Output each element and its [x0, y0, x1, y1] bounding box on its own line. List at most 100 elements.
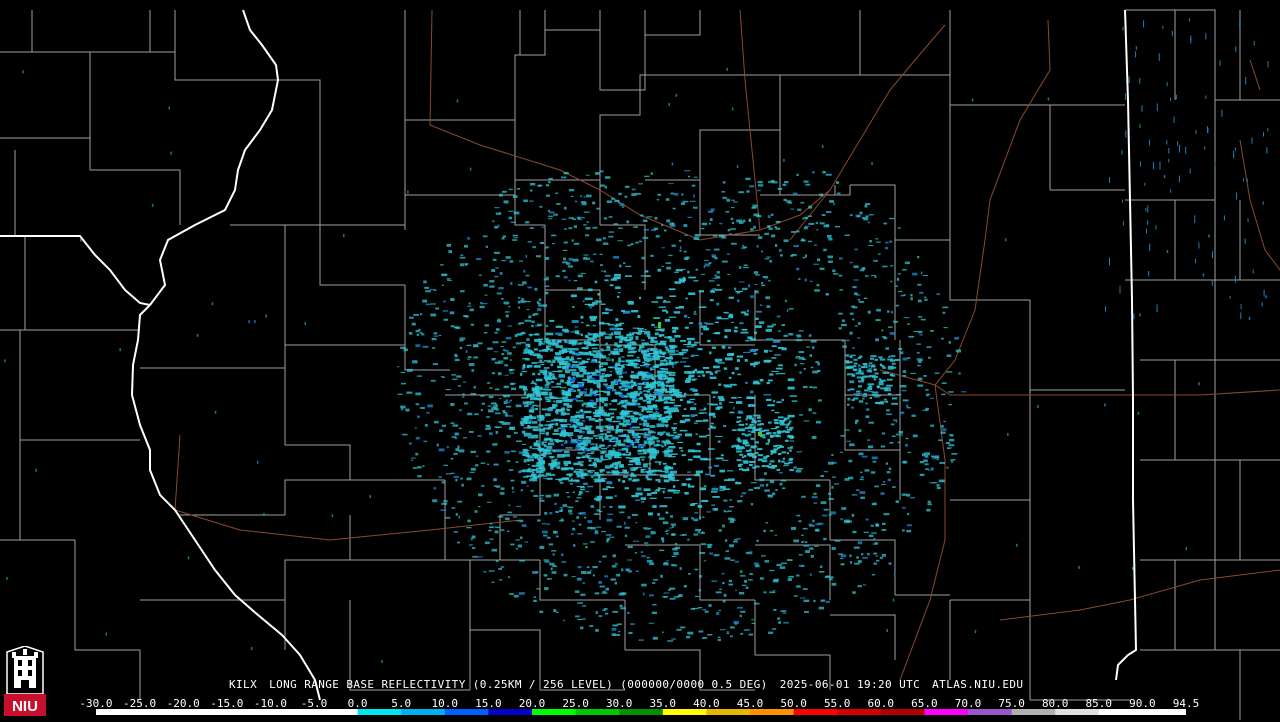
- echo-pixel: [726, 631, 730, 635]
- echo-pixel: [520, 489, 523, 492]
- echo-pixel: [673, 492, 680, 494]
- echo-pixel: [649, 457, 652, 460]
- echo-pixel: [664, 531, 668, 532]
- echo-pixel: [657, 431, 664, 435]
- echo-pixel: [652, 636, 658, 640]
- echo-pixel: [598, 615, 603, 617]
- echo-pixel: [445, 517, 451, 519]
- echo-pixel: [687, 317, 690, 319]
- echo-pixel: [554, 356, 562, 359]
- echo-pixel: [694, 341, 699, 344]
- echo-pixel: [515, 539, 520, 541]
- echo-pixel: [627, 559, 633, 561]
- echo-pixel: [447, 280, 453, 282]
- echo-pixel: [788, 575, 794, 578]
- echo-pixel: [430, 303, 436, 305]
- echo-pixel: [702, 516, 705, 518]
- echo-pixel: [830, 511, 836, 515]
- echo-pixel: [458, 449, 465, 453]
- echo-pixel: [623, 262, 626, 264]
- echo-pixel: [635, 461, 638, 465]
- echo-pixel: [575, 444, 578, 447]
- echo-pixel: [541, 391, 548, 393]
- echo-pixel: [698, 589, 701, 592]
- echo-pixel: [769, 530, 774, 532]
- echo-pixel: [503, 301, 510, 305]
- echo-pixel: [750, 338, 756, 341]
- echo-pixel: [814, 244, 817, 246]
- echo-pixel: [631, 188, 636, 191]
- echo-pixel: [767, 438, 771, 441]
- echo-pixel: [532, 404, 538, 407]
- echo-pixel: [397, 366, 400, 368]
- echo-pixel: [468, 302, 471, 305]
- echo-pixel: [1195, 130, 1197, 134]
- echo-pixel: [787, 578, 792, 581]
- echo-pixel: [681, 193, 684, 196]
- echo-pixel: [773, 340, 781, 343]
- echo-pixel: [594, 412, 599, 416]
- echo-pixel: [589, 315, 598, 319]
- echo-pixel: [592, 325, 596, 327]
- echo-pixel: [757, 458, 764, 461]
- echo-pixel: [718, 529, 722, 532]
- echo-pixel: [743, 264, 748, 267]
- echo-pixel: [535, 440, 539, 443]
- echo-pixel: [736, 165, 739, 169]
- echo-pixel: [688, 573, 691, 575]
- echo-pixel: [767, 325, 774, 328]
- echo-pixel: [697, 375, 701, 377]
- echo-pixel: [1234, 147, 1236, 152]
- echo-pixel: [870, 471, 876, 474]
- echo-pixel: [941, 393, 946, 396]
- echo-pixel: [849, 380, 855, 384]
- echo-pixel: [507, 511, 512, 514]
- echo-pixel: [412, 360, 418, 364]
- echo-pixel: [752, 382, 761, 385]
- echo-pixel: [598, 406, 604, 410]
- echo-pixel: [769, 373, 774, 376]
- echo-pixel: [539, 205, 543, 208]
- echo-pixel: [466, 344, 472, 347]
- echo-pixel: [541, 442, 545, 446]
- echo-pixel: [753, 602, 760, 605]
- echo-pixel: [629, 375, 633, 378]
- echo-pixel: [1266, 147, 1268, 154]
- echo-pixel: [487, 405, 492, 407]
- echo-pixel: [771, 234, 776, 238]
- echo-pixel: [630, 475, 637, 478]
- echo-pixel: [608, 486, 615, 489]
- echo-pixel: [825, 293, 829, 296]
- echo-pixel: [1198, 242, 1200, 249]
- echo-pixel: [940, 431, 946, 434]
- echo-pixel: [854, 325, 859, 327]
- echo-pixel: [711, 491, 718, 493]
- echo-pixel: [755, 428, 760, 431]
- echo-pixel: [689, 388, 695, 391]
- echo-pixel: [607, 324, 615, 326]
- echo-pixel: [863, 297, 868, 299]
- echo-pixel: [655, 489, 661, 491]
- echo-pixel: [872, 543, 878, 545]
- echo-pixel: [869, 397, 872, 399]
- echo-pixel: [531, 362, 538, 364]
- echo-pixel: [693, 422, 698, 424]
- echo-pixel: [598, 321, 605, 325]
- echo-pixel: [524, 319, 529, 322]
- echo-pixel: [609, 408, 617, 411]
- echo-pixel: [861, 455, 868, 458]
- echo-pixel: [870, 524, 874, 527]
- echo-pixel: [769, 480, 775, 484]
- echo-pixel: [438, 476, 442, 479]
- echo-pixel: [462, 437, 468, 439]
- echo-pixel: [636, 192, 642, 195]
- echo-pixel: [874, 485, 879, 488]
- echo-pixel: [646, 372, 652, 375]
- echo-pixel: [657, 268, 662, 272]
- echo-pixel: [621, 206, 625, 208]
- echo-pixel: [697, 348, 703, 351]
- echo-pixel: [1207, 128, 1209, 133]
- echo-pixel: [899, 411, 905, 415]
- echo-pixel: [553, 429, 559, 432]
- echo-pixel: [590, 443, 595, 446]
